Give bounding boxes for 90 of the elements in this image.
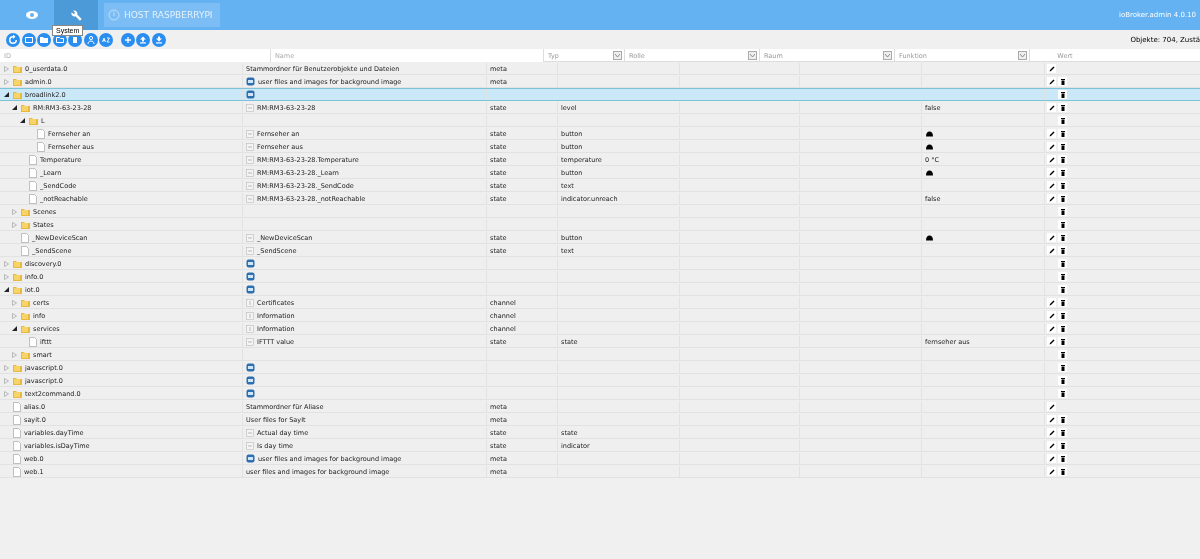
edit-button[interactable] — [1047, 194, 1056, 203]
caret-icon — [615, 54, 620, 57]
toolbar-button[interactable] — [83, 32, 98, 47]
edit-button[interactable] — [1047, 298, 1056, 307]
folder-icon — [13, 363, 22, 372]
state-icon — [246, 246, 254, 255]
edit-button[interactable] — [1047, 77, 1056, 86]
toolbar-button[interactable] — [6, 32, 20, 47]
file-icon — [37, 141, 45, 152]
edit-button[interactable] — [1047, 142, 1056, 151]
folder-icon — [29, 116, 38, 125]
collapse-arrow-icon[interactable] — [12, 326, 17, 331]
edit-button[interactable] — [1047, 181, 1056, 190]
file-icon — [13, 453, 21, 464]
folder-icon — [13, 285, 22, 294]
file-icon — [37, 128, 45, 139]
folder-icon — [21, 298, 30, 307]
edit-button[interactable] — [1047, 155, 1056, 164]
toolbar-button[interactable] — [136, 32, 150, 47]
wrench-icon — [70, 9, 82, 21]
caret-icon — [1020, 54, 1025, 57]
edit-button[interactable] — [1047, 233, 1056, 242]
edit-button[interactable] — [1047, 454, 1056, 463]
edit-button[interactable] — [1047, 246, 1056, 255]
folder-icon — [21, 103, 30, 112]
edit-button[interactable] — [1047, 64, 1056, 73]
file-icon — [13, 427, 21, 438]
state-icon — [246, 441, 254, 450]
state-icon — [246, 428, 254, 437]
toolbar-button[interactable] — [151, 32, 166, 47]
edit-button[interactable] — [1047, 324, 1056, 333]
edit-button[interactable] — [1047, 168, 1056, 177]
folder-icon — [13, 90, 22, 99]
collapse-arrow-icon[interactable] — [20, 118, 25, 123]
folder-icon — [13, 77, 22, 86]
caret-icon — [750, 54, 755, 57]
collapse-arrow-icon[interactable] — [4, 287, 9, 292]
file-icon — [21, 232, 29, 243]
state-icon — [246, 233, 254, 242]
caret-icon — [885, 54, 890, 57]
folder-icon — [21, 220, 30, 229]
edit-button[interactable] — [1047, 129, 1056, 138]
state-icon — [246, 142, 254, 151]
power-icon — [108, 9, 120, 21]
file-icon — [13, 401, 21, 412]
refresh-icon — [6, 32, 20, 47]
folder-icon — [13, 376, 22, 385]
file-icon — [13, 440, 21, 451]
folder-icon — [13, 272, 22, 281]
folder-icon — [13, 64, 22, 73]
folder-icon — [21, 311, 30, 320]
file-icon — [21, 245, 29, 256]
edit-button[interactable] — [1047, 467, 1056, 476]
toolbar-button[interactable] — [37, 32, 51, 47]
state-icon — [246, 129, 254, 138]
file-icon — [29, 180, 37, 191]
channel-icon — [246, 298, 254, 307]
edit-button[interactable] — [1047, 415, 1056, 424]
eye-icon — [26, 11, 38, 19]
edit-button[interactable] — [1047, 441, 1056, 450]
state-icon — [246, 194, 254, 203]
state-icon — [246, 103, 254, 112]
file-icon — [29, 193, 37, 204]
edit-button[interactable] — [1047, 402, 1056, 411]
collapse-arrow-icon[interactable] — [4, 92, 9, 97]
edit-button[interactable] — [1047, 103, 1056, 112]
state-icon — [246, 155, 254, 164]
edit-button[interactable] — [1047, 337, 1056, 346]
channel-icon — [246, 324, 254, 333]
adapter-logo-icon — [246, 454, 255, 463]
file-icon — [29, 154, 37, 165]
file-icon — [29, 167, 37, 178]
folder-icon — [13, 259, 22, 268]
toolbar-button[interactable] — [120, 32, 135, 47]
state-icon — [246, 337, 254, 346]
state-icon — [246, 168, 254, 177]
folder-icon — [21, 350, 30, 359]
folder-icon — [21, 324, 30, 333]
folder-icon — [21, 207, 30, 216]
folder-icon — [13, 389, 22, 398]
edit-button[interactable] — [1047, 428, 1056, 437]
file-icon — [13, 414, 21, 425]
toolbar-button[interactable] — [99, 32, 113, 47]
file-icon — [13, 466, 21, 477]
channel-icon — [246, 311, 254, 320]
pencil-icon — [1048, 104, 1055, 111]
state-icon — [246, 181, 254, 190]
collapse-arrow-icon[interactable] — [12, 105, 17, 110]
file-icon — [29, 336, 37, 347]
edit-button[interactable] — [1047, 311, 1056, 320]
